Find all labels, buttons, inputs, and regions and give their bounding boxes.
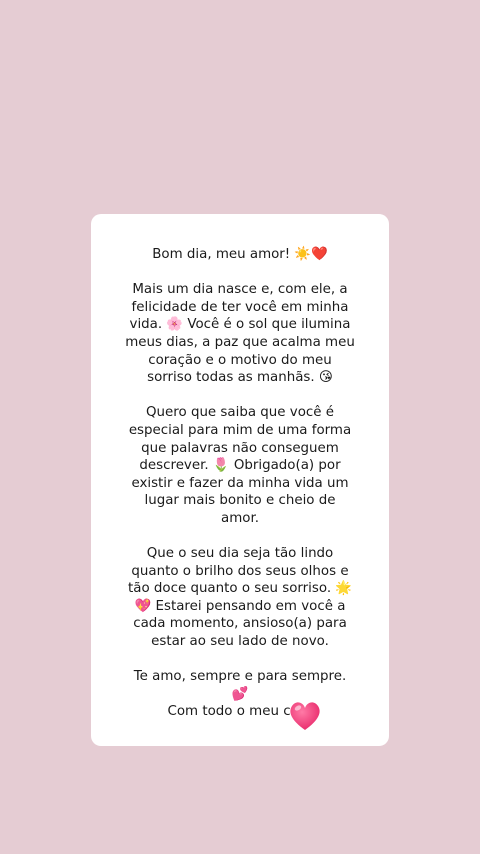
- message-paragraph-3: Que o seu dia seja tão lindo quanto o br…: [127, 546, 353, 650]
- closing-emoji: 💕: [231, 686, 249, 702]
- signoff-line: Com todo o meu cora: [167, 704, 313, 720]
- heart-icon: [290, 702, 320, 730]
- greeting-line: Bom dia, meu amor! ☀️❤️: [152, 247, 328, 262]
- message-paragraph-1: Mais um dia nasce e, com ele, a felicida…: [125, 282, 355, 386]
- closing-line: Te amo, sempre e para sempre.: [133, 669, 347, 685]
- message-paragraph-2: Quero que saiba que você é especial para…: [128, 405, 352, 526]
- story-background: { "message": { "greeting": "Bom dia, meu…: [0, 0, 480, 854]
- message-card: Bom dia, meu amor! ☀️❤️ Mais um dia nasc…: [91, 214, 389, 746]
